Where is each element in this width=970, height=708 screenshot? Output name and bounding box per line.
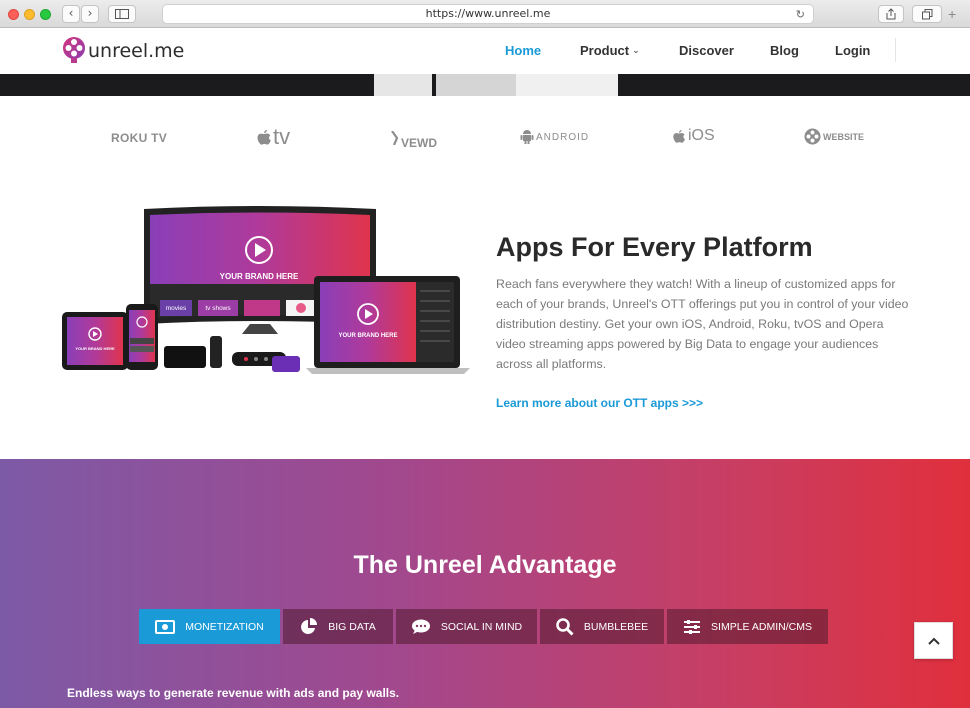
forward-button[interactable]: ›	[81, 5, 99, 23]
apple-icon	[257, 129, 271, 145]
vewd-label: VEWD	[401, 136, 437, 150]
android-label: ANDROID	[536, 131, 590, 143]
search-icon	[556, 617, 574, 636]
tab-bumblebee-label: BUMBLEBEE	[583, 620, 649, 633]
website-label: WEBSITE	[823, 131, 865, 142]
chevron-up-icon	[927, 637, 940, 645]
globe-reel-icon	[804, 128, 821, 145]
advantage-title: The Unreel Advantage	[353, 551, 617, 579]
browser-toolbar: ‹ › https://www.unreel.me ↻ +	[0, 0, 970, 28]
android-robot-icon	[520, 130, 534, 144]
close-window-button[interactable]	[8, 9, 19, 20]
money-icon	[155, 619, 176, 634]
tab-bumblebee[interactable]: BUMBLEBEE	[540, 609, 664, 644]
share-icon	[886, 8, 896, 20]
ios-label: iOS	[688, 127, 715, 144]
tab-admin-label: SIMPLE ADMIN/CMS	[711, 620, 812, 633]
tabs-overview-button[interactable]	[912, 5, 942, 23]
tile-tvshows-label: tv shows	[205, 305, 231, 312]
tabs-icon	[921, 9, 932, 20]
tablet-brand-label: YOUR BRAND HERE	[75, 346, 115, 351]
nav-blog[interactable]: Blog	[770, 43, 799, 58]
address-bar[interactable]: https://www.unreel.me ↻	[162, 4, 814, 24]
chat-icon	[411, 619, 431, 635]
tab-social-label: SOCIAL IN MIND	[440, 620, 523, 633]
scroll-to-top-button[interactable]	[914, 622, 953, 659]
devices-illustration: YOUR BRAND HERE movies tv shows YOUR BRA…	[62, 206, 470, 374]
site-header: unreel.me Home Product ⌄ Discover Blog L…	[0, 28, 970, 74]
sidebar-toggle-button[interactable]	[108, 5, 136, 23]
nav-product-label: Product	[580, 43, 630, 58]
nav-discover[interactable]: Discover	[679, 43, 734, 58]
android-logo: ANDROID	[520, 129, 589, 145]
tablet-device: YOUR BRAND HERE	[62, 312, 128, 370]
share-button[interactable]	[878, 5, 904, 23]
vewd-mark-icon	[391, 131, 399, 145]
new-tab-icon[interactable]: +	[948, 6, 956, 22]
reload-icon[interactable]: ↻	[796, 6, 805, 24]
minimize-window-button[interactable]	[24, 9, 35, 20]
tab-monetization[interactable]: MONETIZATION	[139, 609, 280, 644]
tab-social-in-mind[interactable]: SOCIAL IN MIND	[396, 609, 537, 644]
logo-text: unreel.me	[88, 40, 185, 62]
laptop-device: YOUR BRAND HERE	[306, 276, 470, 374]
tab-monetization-label: MONETIZATION	[185, 620, 264, 633]
apple-tv-box	[164, 346, 206, 368]
url-text: https://www.unreel.me	[425, 7, 551, 20]
remote-control	[210, 336, 222, 368]
nav-login[interactable]: Login	[835, 43, 870, 58]
apps-description: Reach fans everywhere they watch! With a…	[496, 277, 909, 371]
film-reel-logo-icon	[63, 37, 85, 63]
advantage-tabs: MONETIZATION BIG DATA SOCIAL IN MIND BUM…	[139, 609, 831, 644]
chevron-down-icon: ⌄	[632, 45, 640, 55]
apple-tv-label: tv	[273, 124, 291, 149]
tile-movies-label: movies	[166, 305, 187, 312]
sidebar-icon	[115, 9, 129, 19]
hero-image-strip	[0, 74, 970, 96]
nav-home[interactable]: Home	[505, 43, 541, 58]
vewd-logo: VEWD	[391, 126, 437, 150]
tab-simple-admin-cms[interactable]: SIMPLE ADMIN/CMS	[667, 609, 828, 644]
nav-divider	[895, 38, 896, 62]
nav-product[interactable]: Product ⌄	[580, 43, 640, 58]
advantage-tab-text: Endless ways to generate revenue with ad…	[67, 686, 400, 700]
apple-tv-logo: tv	[256, 124, 290, 150]
apps-title: Apps For Every Platform	[496, 232, 813, 262]
advantage-section: The Unreel Advantage MONETIZATION BIG DA…	[0, 459, 970, 708]
pie-chart-icon	[300, 617, 318, 636]
phone-device	[126, 304, 158, 370]
roku-tv-label: ROKU TV	[111, 131, 168, 145]
apple-ios-icon	[673, 129, 685, 143]
ios-logo: iOS	[672, 127, 715, 145]
zoom-window-button[interactable]	[40, 9, 51, 20]
back-button[interactable]: ‹	[62, 5, 80, 23]
roku-tv-logo: ROKU TV	[111, 131, 167, 145]
tab-big-data-label: BIG DATA	[328, 620, 376, 633]
roku-stick	[272, 356, 300, 372]
tv-brand-label: YOUR BRAND HERE	[220, 272, 299, 281]
learn-more-ott-link[interactable]: Learn more about our OTT apps >>>	[496, 396, 703, 410]
tab-big-data[interactable]: BIG DATA	[283, 609, 393, 644]
logo[interactable]: unreel.me	[62, 36, 184, 66]
sliders-icon	[683, 619, 701, 635]
laptop-brand-label: YOUR BRAND HERE	[338, 333, 397, 339]
website-logo: WEBSITE	[804, 128, 864, 145]
